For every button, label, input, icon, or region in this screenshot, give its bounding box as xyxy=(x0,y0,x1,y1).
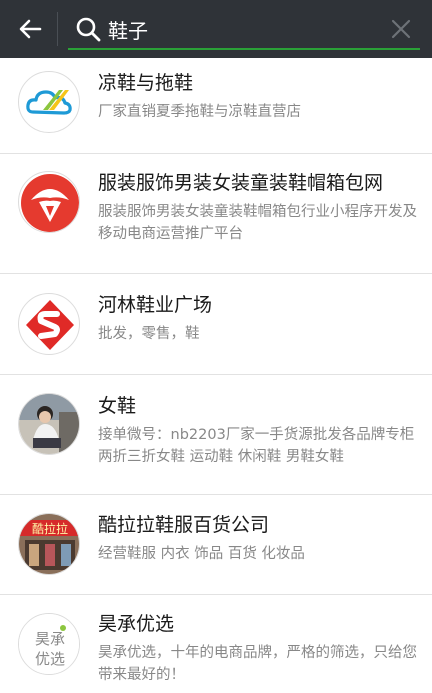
list-item[interactable]: 酷拉拉 酷拉拉鞋服百货公司 经营鞋服 内衣 饰品 百货 化妆品 xyxy=(0,495,432,595)
list-item[interactable]: 女鞋 接单微号：nb2203厂家一手货源批发各品牌专柜两折三折女鞋 运动鞋 休闲… xyxy=(0,375,432,495)
search-input[interactable] xyxy=(108,14,368,44)
avatar xyxy=(18,71,80,133)
person-photo-icon xyxy=(19,394,79,454)
result-desc: 昊承优选，十年的电商品牌，严格的筛选，只给您带来最好的！ xyxy=(98,645,417,683)
logo-text-line-2: 优选 xyxy=(35,650,65,668)
logo-text-line-1: 昊承 xyxy=(35,630,65,648)
top-bar xyxy=(0,0,432,58)
result-desc: 批发，零售，鞋 xyxy=(98,326,200,342)
back-arrow-icon xyxy=(19,19,42,39)
list-item[interactable]: 昊承 优选 昊承优选 昊承优选，十年的电商品牌，严格的筛选，只给您带来最好的！ xyxy=(0,595,432,693)
result-desc: 厂家直销夏季拖鞋与凉鞋直营店 xyxy=(98,104,301,120)
avatar xyxy=(18,171,80,233)
results-list: 凉鞋与拖鞋 厂家直销夏季拖鞋与凉鞋直营店 服装服饰男装女装童装鞋帽箱包网 服装服… xyxy=(0,58,432,693)
list-item[interactable]: 服装服饰男装女装童装鞋帽箱包网 服装服饰男装女装童装鞋帽箱包行业小程序开发及移动… xyxy=(0,154,432,274)
clear-icon[interactable] xyxy=(388,16,414,42)
avatar: 酷拉拉 xyxy=(18,513,80,575)
parachute-logo-icon xyxy=(21,174,79,232)
search-underline xyxy=(68,48,420,50)
storefront-sign-text: 酷拉拉 xyxy=(32,521,68,536)
cloud-logo-icon xyxy=(26,90,72,115)
result-title: 酷拉拉鞋服百货公司 xyxy=(98,514,270,536)
list-item[interactable]: 凉鞋与拖鞋 厂家直销夏季拖鞋与凉鞋直营店 xyxy=(0,58,432,154)
text-logo-icon: 昊承 优选 xyxy=(19,614,79,674)
list-item[interactable]: 河林鞋业广场 批发，零售，鞋 xyxy=(0,274,432,375)
result-desc: 接单微号：nb2203厂家一手货源批发各品牌专柜两折三折女鞋 运动鞋 休闲鞋 男… xyxy=(98,427,415,465)
s-logo-icon xyxy=(26,300,74,350)
back-button[interactable] xyxy=(14,14,46,44)
result-title: 凉鞋与拖鞋 xyxy=(98,72,194,94)
avatar xyxy=(18,393,80,455)
avatar xyxy=(18,293,80,355)
result-title: 昊承优选 xyxy=(98,613,175,635)
result-title: 女鞋 xyxy=(98,395,137,417)
result-desc: 经营鞋服 内衣 饰品 百货 化妆品 xyxy=(98,546,305,562)
result-title: 河林鞋业广场 xyxy=(98,294,213,316)
search-bar[interactable] xyxy=(68,10,420,50)
storefront-photo-icon: 酷拉拉 xyxy=(19,514,79,574)
result-title: 服装服饰男装女装童装鞋帽箱包网 xyxy=(98,172,384,194)
result-desc: 服装服饰男装女装童装鞋帽箱包行业小程序开发及移动电商运营推广平台 xyxy=(98,204,417,242)
avatar: 昊承 优选 xyxy=(18,613,80,675)
search-icon xyxy=(76,17,101,42)
header-divider xyxy=(57,12,58,46)
